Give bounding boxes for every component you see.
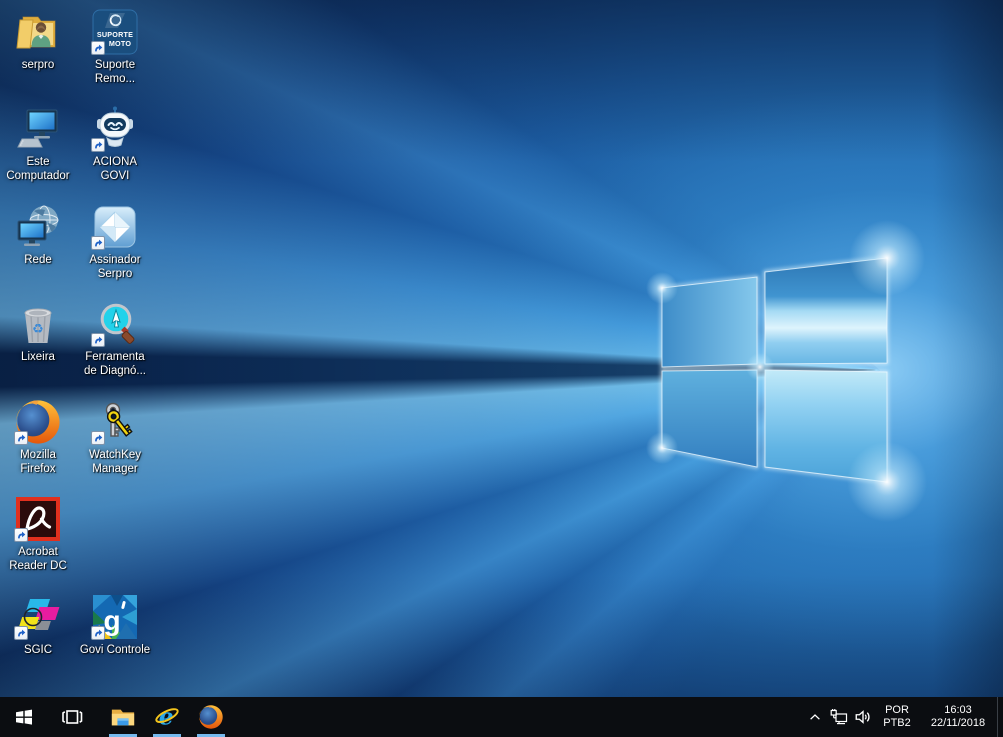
svg-text:♻: ♻ xyxy=(32,322,44,337)
desktop-icon-label: Assinador Serpro xyxy=(89,254,140,281)
desktop-icon-watchkey-manager[interactable]: WatchKey Manager xyxy=(77,398,153,476)
windows-start-icon xyxy=(14,707,34,727)
desktop-icon-label: serpro xyxy=(22,59,55,73)
shortcut-arrow-icon xyxy=(91,431,105,445)
desktop-icon-suporte-remoto[interactable]: SUPORTE MOTO Suporte Remo... xyxy=(77,8,153,86)
desktop-icon-label: Ferramenta de Diagnó... xyxy=(84,351,146,378)
desktop-icon-label: Este Computador xyxy=(6,156,69,183)
taskbar: e xyxy=(0,697,1003,737)
shortcut-arrow-icon xyxy=(91,41,105,55)
desktop-icon-label: SGIC xyxy=(24,644,52,658)
taskbar-file-explorer-button[interactable] xyxy=(101,697,145,737)
desktop-icon-assinador-serpro[interactable]: Assinador Serpro xyxy=(77,203,153,281)
chevron-up-icon xyxy=(808,710,822,724)
file-explorer-icon xyxy=(110,704,136,730)
network-tray-button[interactable] xyxy=(827,697,851,737)
firefox-icon xyxy=(198,704,224,730)
volume-speaker-icon xyxy=(854,708,872,726)
keyboard-layout-code: PTB2 xyxy=(883,717,911,730)
desktop-icon-label: Govi Controle xyxy=(80,644,150,658)
clock-date: 22/11/2018 xyxy=(931,717,985,730)
this-pc-icon xyxy=(14,105,62,153)
desktop-icon-label: Acrobat Reader DC xyxy=(9,546,67,573)
task-view-button[interactable] xyxy=(48,697,96,737)
volume-tray-button[interactable] xyxy=(851,697,875,737)
desktop-icon-ferramenta-de-diagnostico[interactable]: Ferramenta de Diagnó... xyxy=(77,300,153,378)
network-globe-icon xyxy=(14,203,62,251)
desktop-icon-aciona-govi[interactable]: ACIONA GOVI xyxy=(77,105,153,183)
svg-text:e: e xyxy=(159,704,174,730)
desktop-icon-label: ACIONA GOVI xyxy=(93,156,137,183)
taskbar-pinned-apps: e xyxy=(101,697,233,737)
desktop-icon-label: Lixeira xyxy=(21,351,55,365)
shortcut-arrow-icon xyxy=(91,626,105,640)
show-desktop-button[interactable] xyxy=(997,697,1003,737)
shortcut-arrow-icon xyxy=(14,528,28,542)
desktop-icon-serpro[interactable]: serpro xyxy=(0,8,76,73)
assinador-diamond-icon xyxy=(91,203,139,251)
language-indicator[interactable]: POR PTB2 xyxy=(875,697,919,737)
serpro-user-folder-icon xyxy=(14,8,62,56)
network-ethernet-icon xyxy=(830,708,848,726)
shortcut-arrow-icon xyxy=(91,138,105,152)
windows-desktop-screen: serpro SUPORTE MOTO Suporte Remo... xyxy=(0,0,1003,737)
taskbar-firefox-button[interactable] xyxy=(189,697,233,737)
suporte-remoto-tile-icon: SUPORTE MOTO xyxy=(91,8,139,56)
internet-explorer-icon: e xyxy=(154,704,180,730)
start-button[interactable] xyxy=(0,697,48,737)
system-tray: POR PTB2 16:03 22/11/2018 xyxy=(803,697,1003,737)
clock-time: 16:03 xyxy=(944,704,972,717)
taskbar-internet-explorer-button[interactable]: e xyxy=(145,697,189,737)
language-code: POR xyxy=(885,704,909,717)
windows-logo-wallpaper xyxy=(600,200,1000,530)
sgic-icon xyxy=(14,593,62,641)
svg-text:g: g xyxy=(103,605,120,636)
firefox-icon xyxy=(14,398,62,446)
keys-icon xyxy=(91,398,139,446)
desktop-icon-label: Mozilla Firefox xyxy=(20,449,56,476)
desktop-icon-label: WatchKey Manager xyxy=(89,449,141,476)
shortcut-arrow-icon xyxy=(14,431,28,445)
svg-text:MOTO: MOTO xyxy=(109,39,131,48)
desktop-icon-govi-controle[interactable]: g Govi Controle xyxy=(77,593,153,658)
task-view-icon xyxy=(60,705,84,729)
svg-text:SUPORTE: SUPORTE xyxy=(97,30,133,39)
desktop-icon-label: Suporte Remo... xyxy=(95,59,135,86)
clock[interactable]: 16:03 22/11/2018 xyxy=(919,697,997,737)
desktop-icon-este-computador[interactable]: Este Computador xyxy=(0,105,76,183)
acrobat-reader-icon xyxy=(14,495,62,543)
desktop-icon-lixeira[interactable]: ♻ Lixeira xyxy=(0,300,76,365)
desktop-icon-sgic[interactable]: SGIC xyxy=(0,593,76,658)
robot-icon xyxy=(91,105,139,153)
desktop-icon-rede[interactable]: Rede xyxy=(0,203,76,268)
desktop-icon-label: Rede xyxy=(24,254,52,268)
recycle-bin-icon: ♻ xyxy=(14,300,62,348)
diagnostic-magnifier-icon xyxy=(91,300,139,348)
desktop-icon-acrobat-reader-dc[interactable]: Acrobat Reader DC xyxy=(0,495,76,573)
hidden-icons-button[interactable] xyxy=(803,697,827,737)
shortcut-arrow-icon xyxy=(91,333,105,347)
govi-controle-icon: g xyxy=(91,593,139,641)
shortcut-arrow-icon xyxy=(14,626,28,640)
shortcut-arrow-icon xyxy=(91,236,105,250)
desktop-icon-mozilla-firefox[interactable]: Mozilla Firefox xyxy=(0,398,76,476)
